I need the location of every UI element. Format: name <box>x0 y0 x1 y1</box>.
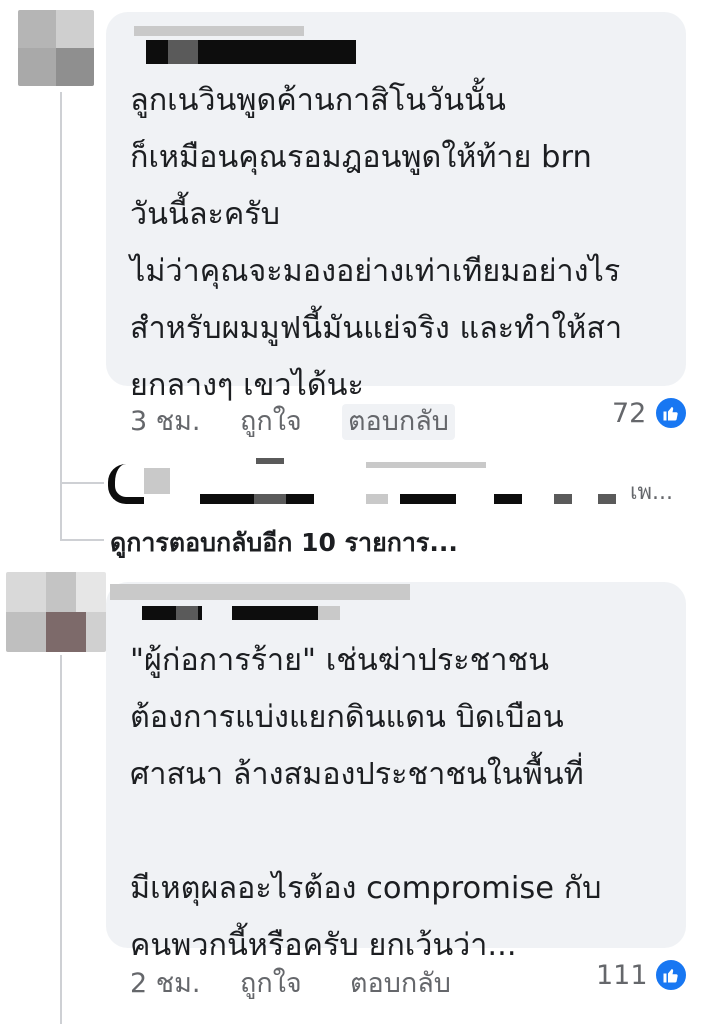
reply-text-redacted <box>554 494 572 504</box>
author-name-redacted <box>168 40 198 64</box>
reply-text-redacted <box>256 458 284 464</box>
view-more-replies-link[interactable]: ดูการตอบกลับอีก 10 รายการ... <box>110 526 458 560</box>
author-name-redacted <box>318 606 340 620</box>
author-name-redacted <box>146 40 256 64</box>
thread-branch-more <box>60 539 104 541</box>
author-name-redacted <box>232 606 318 620</box>
reply-text-redacted <box>598 494 616 504</box>
avatar[interactable] <box>6 572 106 652</box>
comment-bubble: "ผู้ก่อการร้าย" เช่นฆ่าประชาชน ต้องการแบ… <box>106 582 686 963</box>
author-name-redacted <box>110 584 410 600</box>
timestamp[interactable]: 2 ชม. <box>130 966 200 1002</box>
reply-preview-text: เพ... <box>630 480 674 505</box>
reply-text-redacted <box>366 494 388 504</box>
reply-avatar-redacted <box>144 468 170 494</box>
reply-text-redacted <box>254 494 286 504</box>
reply-text-redacted <box>366 462 486 468</box>
reply-text-redacted <box>400 494 456 504</box>
author-name-redacted <box>176 606 198 620</box>
reply-button[interactable]: ตอบกลับ <box>342 404 455 440</box>
reply-preview[interactable]: เพ... <box>104 458 708 518</box>
comment-text: "ผู้ก่อการร้าย" เช่นฆ่าประชาชน ต้องการแบ… <box>130 643 602 963</box>
reply-avatar <box>108 464 144 504</box>
thread-line <box>60 92 62 540</box>
like-button[interactable]: ถูกใจ <box>240 966 302 1002</box>
thread-line <box>60 655 62 1024</box>
timestamp[interactable]: 3 ชม. <box>130 404 200 440</box>
comment-bubble: ลูกเนวินพูดค้านกาสิโนวันนั้น ก็เหมือนคุณ… <box>106 12 686 403</box>
reaction-count[interactable]: 111 <box>596 958 648 994</box>
author-name-redacted <box>134 26 304 36</box>
reaction-count[interactable]: 72 <box>612 396 646 432</box>
reply-button[interactable]: ตอบกลับ <box>350 966 451 1002</box>
reply-text-redacted <box>494 494 522 504</box>
reply-text-redacted <box>286 494 314 504</box>
thread-branch-reply <box>60 482 104 484</box>
comment-text: ลูกเนวินพูดค้านกาสิโนวันนั้น ก็เหมือนคุณ… <box>130 83 623 403</box>
like-icon <box>654 958 688 992</box>
like-icon <box>654 396 688 430</box>
author-name-redacted <box>256 40 356 64</box>
like-button[interactable]: ถูกใจ <box>240 404 302 440</box>
avatar[interactable] <box>18 10 94 86</box>
